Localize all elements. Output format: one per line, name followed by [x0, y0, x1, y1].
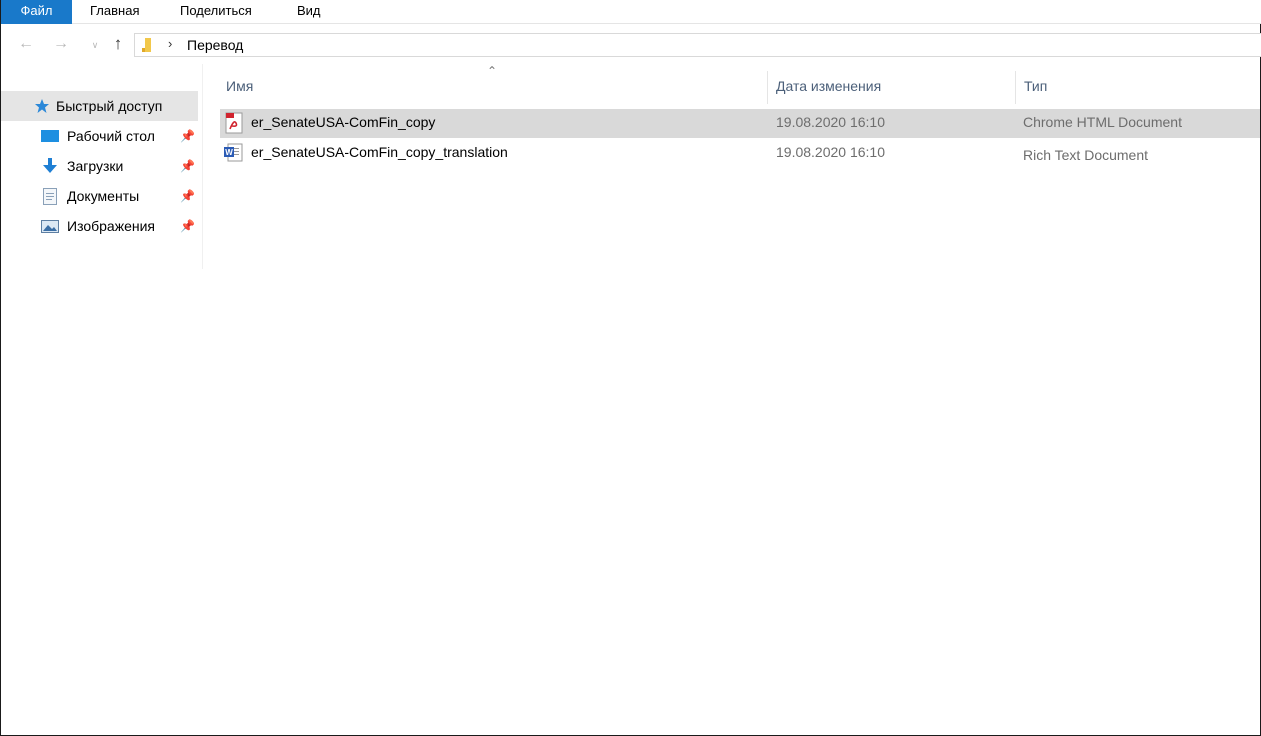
tab-share[interactable]: Поделиться [180, 0, 252, 24]
file-type: Rich Text Document [1023, 147, 1149, 163]
tab-view[interactable]: Вид [297, 0, 321, 24]
documents-icon [41, 187, 59, 205]
file-row[interactable]: er_SenateUSA-ComFin_copy 19.08.2020 16:1… [220, 109, 1260, 138]
column-header-type[interactable]: Тип [1024, 71, 1047, 101]
star-icon [33, 97, 51, 115]
pin-icon[interactable]: 📌 [180, 189, 195, 203]
file-row[interactable]: W er_SenateUSA-ComFin_copy_translation 1… [220, 139, 1260, 168]
svg-text:W: W [225, 148, 233, 157]
nav-quick-access[interactable]: Быстрый доступ [1, 91, 198, 121]
file-name: er_SenateUSA-ComFin_copy [251, 114, 436, 130]
nav-item-label: Изображения [67, 218, 155, 234]
file-type: Chrome HTML Document [1023, 114, 1182, 130]
pin-icon[interactable]: 📌 [180, 129, 195, 143]
nav-item-desktop[interactable]: Рабочий стол 📌 [1, 121, 203, 151]
arrow-up-icon: ↑ [113, 34, 123, 53]
breadcrumb-separator: › [168, 36, 173, 51]
column-divider[interactable] [767, 71, 768, 104]
chevron-up-icon: ⌃ [487, 64, 498, 78]
ribbon-tabs: Файл Главная Поделиться Вид [1, 0, 1261, 24]
file-name: er_SenateUSA-ComFin_copy_translation [251, 144, 508, 160]
navigation-pane: Быстрый доступ Рабочий стол 📌 Загрузки 📌… [1, 64, 203, 269]
nav-quick-access-label: Быстрый доступ [56, 98, 163, 114]
pin-icon[interactable]: 📌 [180, 219, 195, 233]
tab-home[interactable]: Главная [90, 0, 139, 24]
column-divider[interactable] [1015, 71, 1016, 104]
breadcrumb-current[interactable]: Перевод [187, 37, 243, 53]
file-list: ⌃ Имя Дата изменения Тип er_SenateUSA-Co… [203, 64, 1261, 736]
folder-icon [142, 38, 154, 52]
arrow-right-icon: → [53, 35, 69, 52]
up-button[interactable]: ↑ [108, 34, 128, 54]
column-header-name[interactable]: Имя [226, 71, 253, 101]
forward-button[interactable]: → [51, 34, 71, 54]
desktop-icon [41, 127, 59, 145]
word-icon: W [224, 143, 243, 162]
chevron-down-icon: ∨ [91, 39, 99, 50]
pictures-icon [41, 217, 59, 235]
pin-icon[interactable]: 📌 [180, 159, 195, 173]
download-icon [41, 157, 59, 175]
address-bar[interactable]: › Перевод [134, 33, 1261, 57]
explorer-window: Файл Главная Поделиться Вид ← → ∨ ↑ › Пе… [0, 0, 1261, 736]
pdf-icon [225, 112, 243, 134]
column-header-date[interactable]: Дата изменения [776, 71, 881, 101]
back-button[interactable]: ← [16, 34, 36, 54]
tab-file[interactable]: Файл [1, 0, 72, 24]
nav-item-label: Рабочий стол [67, 128, 155, 144]
address-row: ← → ∨ ↑ › Перевод [1, 24, 1261, 64]
file-date: 19.08.2020 16:10 [776, 144, 885, 160]
nav-item-pictures[interactable]: Изображения 📌 [1, 211, 203, 241]
nav-item-label: Документы [67, 188, 140, 204]
file-date: 19.08.2020 16:10 [776, 114, 885, 130]
nav-item-documents[interactable]: Документы 📌 [1, 181, 203, 211]
nav-item-label: Загрузки [67, 158, 124, 174]
arrow-left-icon: ← [18, 35, 34, 52]
nav-item-downloads[interactable]: Загрузки 📌 [1, 151, 203, 181]
recent-locations-button[interactable]: ∨ [85, 35, 105, 55]
